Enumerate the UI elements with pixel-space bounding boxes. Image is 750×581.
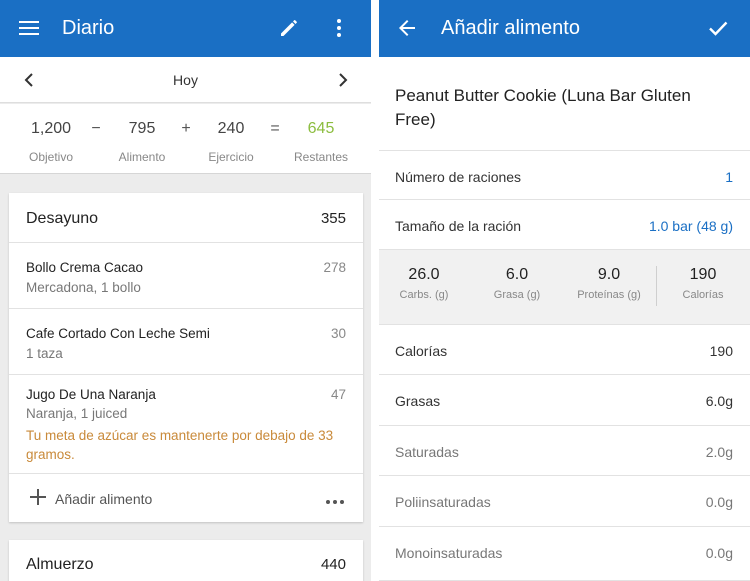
goal-label: Objetivo <box>28 150 74 164</box>
servings-label: Número de raciones <box>395 169 522 185</box>
food-entry-detail: 1 taza <box>26 346 63 361</box>
breakfast-footer: Añadir alimento <box>9 474 363 522</box>
add-food-app-bar: Añadir alimento <box>379 0 750 57</box>
check-icon[interactable] <box>704 14 732 42</box>
lunch-header[interactable]: Almuerzo 440 <box>9 540 363 581</box>
protein-label: Proteínas (g) <box>577 289 641 301</box>
carbs-label: Carbs. (g) <box>399 289 449 301</box>
edit-icon[interactable] <box>275 14 303 42</box>
plus-icon[interactable] <box>29 488 47 506</box>
breakfast-header[interactable]: Desayuno 355 <box>9 193 363 243</box>
food-entry[interactable]: Jugo De Una Naranja Naranja, 1 juiced 47… <box>9 375 363 474</box>
goal-value: 1,200 <box>30 120 72 137</box>
page-title: Añadir alimento <box>441 17 580 39</box>
serving-size-row[interactable]: Tamaño de la ración 1.0 bar (48 g) <box>379 199 750 249</box>
food-entry-calories: 278 <box>323 260 346 275</box>
food-entry[interactable]: Cafe Cortado Con Leche Semi 1 taza 30 <box>9 309 363 375</box>
more-vertical-icon[interactable] <box>325 14 353 42</box>
exercise-value: 240 <box>217 120 245 137</box>
nutrient-row-polyunsaturated: Poliinsaturadas 0.0g <box>379 475 750 526</box>
page-title: Diario <box>62 17 115 39</box>
food-entry-calories: 47 <box>330 387 346 402</box>
protein-value: 9.0 <box>597 266 621 283</box>
nutrient-value: 0.0g <box>705 545 733 561</box>
current-date[interactable]: Hoy <box>0 72 371 88</box>
nutrient-value: 190 <box>709 343 733 359</box>
nutrient-label: Grasas <box>395 393 441 409</box>
chevron-right-icon[interactable] <box>333 70 353 90</box>
nutrient-row-monounsaturated: Monoinsaturadas 0.0g <box>379 526 750 581</box>
servings-value[interactable]: 1 <box>725 169 733 185</box>
menu-icon[interactable] <box>15 14 43 42</box>
arrow-back-icon[interactable] <box>393 14 421 42</box>
calories-value: 190 <box>689 266 717 283</box>
food-entry-detail: Naranja, 1 juiced <box>26 406 128 421</box>
carbs-value: 26.0 <box>408 266 440 283</box>
food-entry-calories: 30 <box>330 326 346 341</box>
macro-summary: 26.0 Carbs. (g) 6.0 Grasa (g) 9.0 Proteí… <box>379 249 750 324</box>
fat-label: Grasa (g) <box>493 289 541 301</box>
date-navigator: Hoy <box>0 57 371 103</box>
nutrient-row-saturated: Saturadas 2.0g <box>379 425 750 475</box>
food-value: 795 <box>128 120 156 137</box>
more-horizontal-icon[interactable] <box>325 492 345 504</box>
calories-label: Calorías <box>682 289 724 301</box>
serving-size-value[interactable]: 1.0 bar (48 g) <box>649 218 733 234</box>
food-entry-detail: Mercadona, 1 bollo <box>26 280 141 295</box>
nutrient-value: 6.0g <box>705 393 733 409</box>
food-entry-name: Bollo Crema Cacao <box>26 260 144 275</box>
diary-screen: Diario Hoy 1,200 Objetivo − 795 Alimento… <box>0 0 371 581</box>
exercise-label: Ejercicio <box>208 150 254 164</box>
nutrient-label: Poliinsaturadas <box>395 494 491 510</box>
nutrient-label: Calorías <box>395 343 448 359</box>
nutrient-value: 2.0g <box>705 444 733 460</box>
lunch-card: Almuerzo 440 <box>9 540 363 581</box>
meal-calories: 355 <box>320 210 346 227</box>
meal-name: Almuerzo <box>26 556 94 573</box>
serving-size-label: Tamaño de la ración <box>395 218 522 234</box>
calorie-summary: 1,200 Objetivo − 795 Alimento + 240 Ejer… <box>0 104 371 174</box>
nutrient-value: 0.0g <box>705 494 733 510</box>
nutrient-row-calories: Calorías 190 <box>379 324 750 374</box>
food-entry-name: Cafe Cortado Con Leche Semi <box>26 326 210 341</box>
add-food-button[interactable]: Añadir alimento <box>55 491 152 507</box>
food-entry-name: Jugo De Una Naranja <box>26 387 156 402</box>
food-label: Alimento <box>118 150 166 164</box>
meal-calories: 440 <box>320 556 346 573</box>
remaining-label: Restantes <box>293 150 349 164</box>
diary-app-bar: Diario <box>0 0 371 57</box>
nutrient-label: Monoinsaturadas <box>395 545 503 561</box>
add-food-screen: Añadir alimento Peanut Butter Cookie (Lu… <box>379 0 750 581</box>
meal-name: Desayuno <box>26 210 99 227</box>
food-entry[interactable]: Bollo Crema Cacao Mercadona, 1 bollo 278 <box>9 243 363 309</box>
macro-divider <box>656 266 657 306</box>
breakfast-card: Desayuno 355 Bollo Crema Cacao Mercadona… <box>9 193 363 522</box>
servings-row[interactable]: Número de raciones 1 <box>379 150 750 199</box>
remaining-value: 645 <box>307 120 335 137</box>
fat-value: 6.0 <box>505 266 529 283</box>
food-name: Peanut Butter Cookie (Luna Bar Gluten Fr… <box>395 86 691 129</box>
nutrient-label: Saturadas <box>395 444 459 460</box>
nutrient-row-fat: Grasas 6.0g <box>379 374 750 425</box>
sugar-warning: Tu meta de azúcar es mantenerte por deba… <box>26 428 334 462</box>
screen-divider <box>371 0 379 581</box>
